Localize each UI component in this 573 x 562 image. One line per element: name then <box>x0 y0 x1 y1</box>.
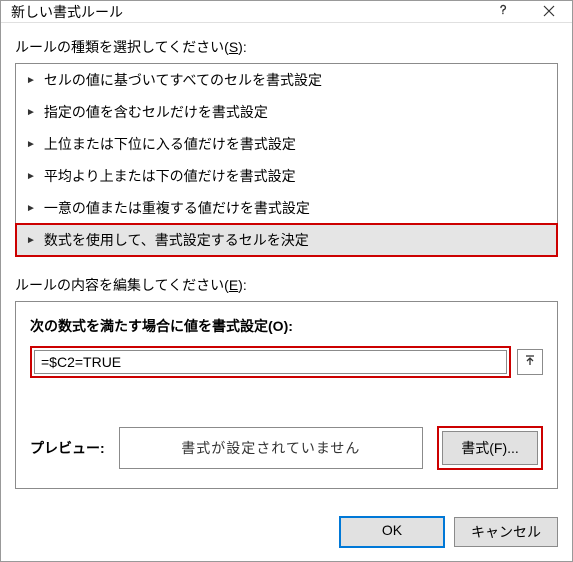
formula-input-highlight <box>30 346 511 378</box>
formula-row <box>30 346 543 378</box>
dialog-window: 新しい書式ルール ルールの種類を選択してください(S): ► セルの値に基づいて… <box>0 0 573 562</box>
rule-type-item[interactable]: ► セルの値に基づいてすべてのセルを書式設定 <box>16 64 557 96</box>
formula-shortcut: O <box>273 318 284 334</box>
preview-box: 書式が設定されていません <box>119 427 423 469</box>
rule-type-item[interactable]: ► 上位または下位に入る値だけを書式設定 <box>16 128 557 160</box>
preview-row: プレビュー: 書式が設定されていません 書式(F)... <box>30 426 543 470</box>
rule-type-label: ルールの種類を選択してください(S): <box>15 37 558 57</box>
formula-label-end: ): <box>284 318 293 334</box>
edit-label-end: ): <box>238 277 247 293</box>
help-icon <box>496 3 510 20</box>
rule-type-item-label: 数式を使用して、書式設定するセルを決定 <box>44 230 309 250</box>
edit-label-text: ルールの内容を編集してください( <box>15 277 229 293</box>
close-icon <box>543 4 555 20</box>
rule-type-item-label: 平均より上または下の値だけを書式設定 <box>44 166 296 186</box>
rule-type-item-selected[interactable]: ► 数式を使用して、書式設定するセルを決定 <box>16 224 557 256</box>
collapse-dialog-button[interactable] <box>517 349 543 375</box>
titlebar-controls <box>480 1 572 22</box>
rule-type-shortcut: S <box>229 39 238 55</box>
help-button[interactable] <box>480 1 526 22</box>
arrow-icon: ► <box>26 235 36 246</box>
rule-type-item-label: 指定の値を含むセルだけを書式設定 <box>44 102 268 122</box>
rule-type-item[interactable]: ► 一意の値または重複する値だけを書式設定 <box>16 192 557 224</box>
format-button-highlight: 書式(F)... <box>437 426 543 470</box>
rule-type-item[interactable]: ► 指定の値を含むセルだけを書式設定 <box>16 96 557 128</box>
formula-input[interactable] <box>34 350 507 374</box>
rule-type-item[interactable]: ► 平均より上または下の値だけを書式設定 <box>16 160 557 192</box>
format-btn-prefix: 書式( <box>461 440 494 456</box>
rule-type-list: ► セルの値に基づいてすべてのセルを書式設定 ► 指定の値を含むセルだけを書式設… <box>15 63 558 257</box>
preview-label: プレビュー: <box>30 438 105 458</box>
arrow-icon: ► <box>26 75 36 86</box>
dialog-button-row: OK キャンセル <box>1 503 572 561</box>
format-btn-suffix: )... <box>502 440 518 456</box>
arrow-icon: ► <box>26 139 36 150</box>
dialog-content: ルールの種類を選択してください(S): ► セルの値に基づいてすべてのセルを書式… <box>1 23 572 503</box>
rule-type-item-label: セルの値に基づいてすべてのセルを書式設定 <box>44 70 322 90</box>
rule-type-item-label: 一意の値または重複する値だけを書式設定 <box>44 198 310 218</box>
edit-shortcut: E <box>229 277 238 293</box>
formula-label-text: 次の数式を満たす場合に値を書式設定( <box>30 318 273 334</box>
dialog-title: 新しい書式ルール <box>11 2 123 22</box>
arrow-icon: ► <box>26 203 36 214</box>
edit-section-label: ルールの内容を編集してください(E): <box>15 275 558 295</box>
close-button[interactable] <box>526 1 572 22</box>
ok-button[interactable]: OK <box>340 517 444 547</box>
format-button[interactable]: 書式(F)... <box>442 431 538 465</box>
edit-description-box: 次の数式を満たす場合に値を書式設定(O): プレビュー: 書式が設定されていませ… <box>15 301 558 489</box>
cancel-button[interactable]: キャンセル <box>454 517 558 547</box>
rule-type-item-label: 上位または下位に入る値だけを書式設定 <box>44 134 296 154</box>
rule-type-label-text: ルールの種類を選択してください( <box>15 39 229 55</box>
arrow-icon: ► <box>26 171 36 182</box>
rule-type-label-end: ): <box>238 39 247 55</box>
formula-label: 次の数式を満たす場合に値を書式設定(O): <box>30 316 543 336</box>
collapse-icon <box>523 354 537 371</box>
arrow-icon: ► <box>26 107 36 118</box>
titlebar: 新しい書式ルール <box>1 1 572 23</box>
